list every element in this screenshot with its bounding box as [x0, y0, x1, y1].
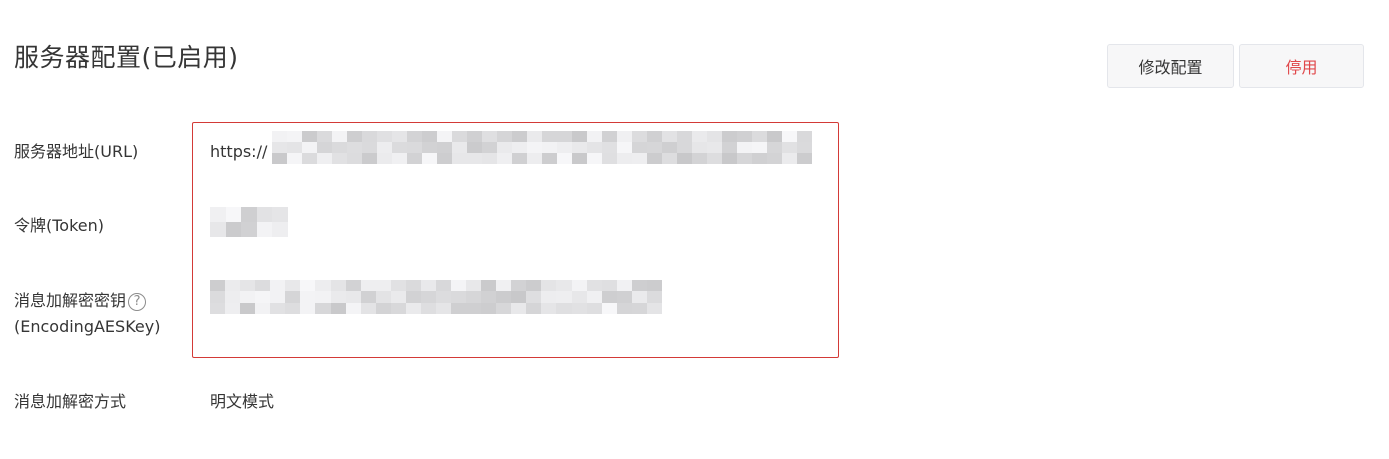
url-value: https:// — [210, 139, 267, 165]
token-redacted — [210, 207, 288, 237]
modify-config-button[interactable]: 修改配置 — [1107, 44, 1234, 88]
aes-key-label-line2: (EncodingAESKey) — [14, 317, 161, 336]
disable-button[interactable]: 停用 — [1239, 44, 1364, 88]
page-title: 服务器配置(已启用) — [14, 43, 239, 72]
aes-key-label: 消息加解密密钥? (EncodingAESKey) — [14, 288, 160, 340]
url-prefix: https:// — [210, 142, 268, 161]
help-icon[interactable]: ? — [128, 292, 147, 311]
token-label: 令牌(Token) — [14, 216, 105, 235]
url-label: 服务器地址(URL) — [14, 142, 139, 161]
encryption-mode-label: 消息加解密方式 — [14, 392, 127, 411]
encryption-mode-value: 明文模式 — [210, 392, 275, 411]
aes-key-label-line1: 消息加解密密钥 — [14, 291, 127, 310]
aes-key-redacted — [210, 280, 662, 314]
url-redacted — [272, 131, 812, 164]
